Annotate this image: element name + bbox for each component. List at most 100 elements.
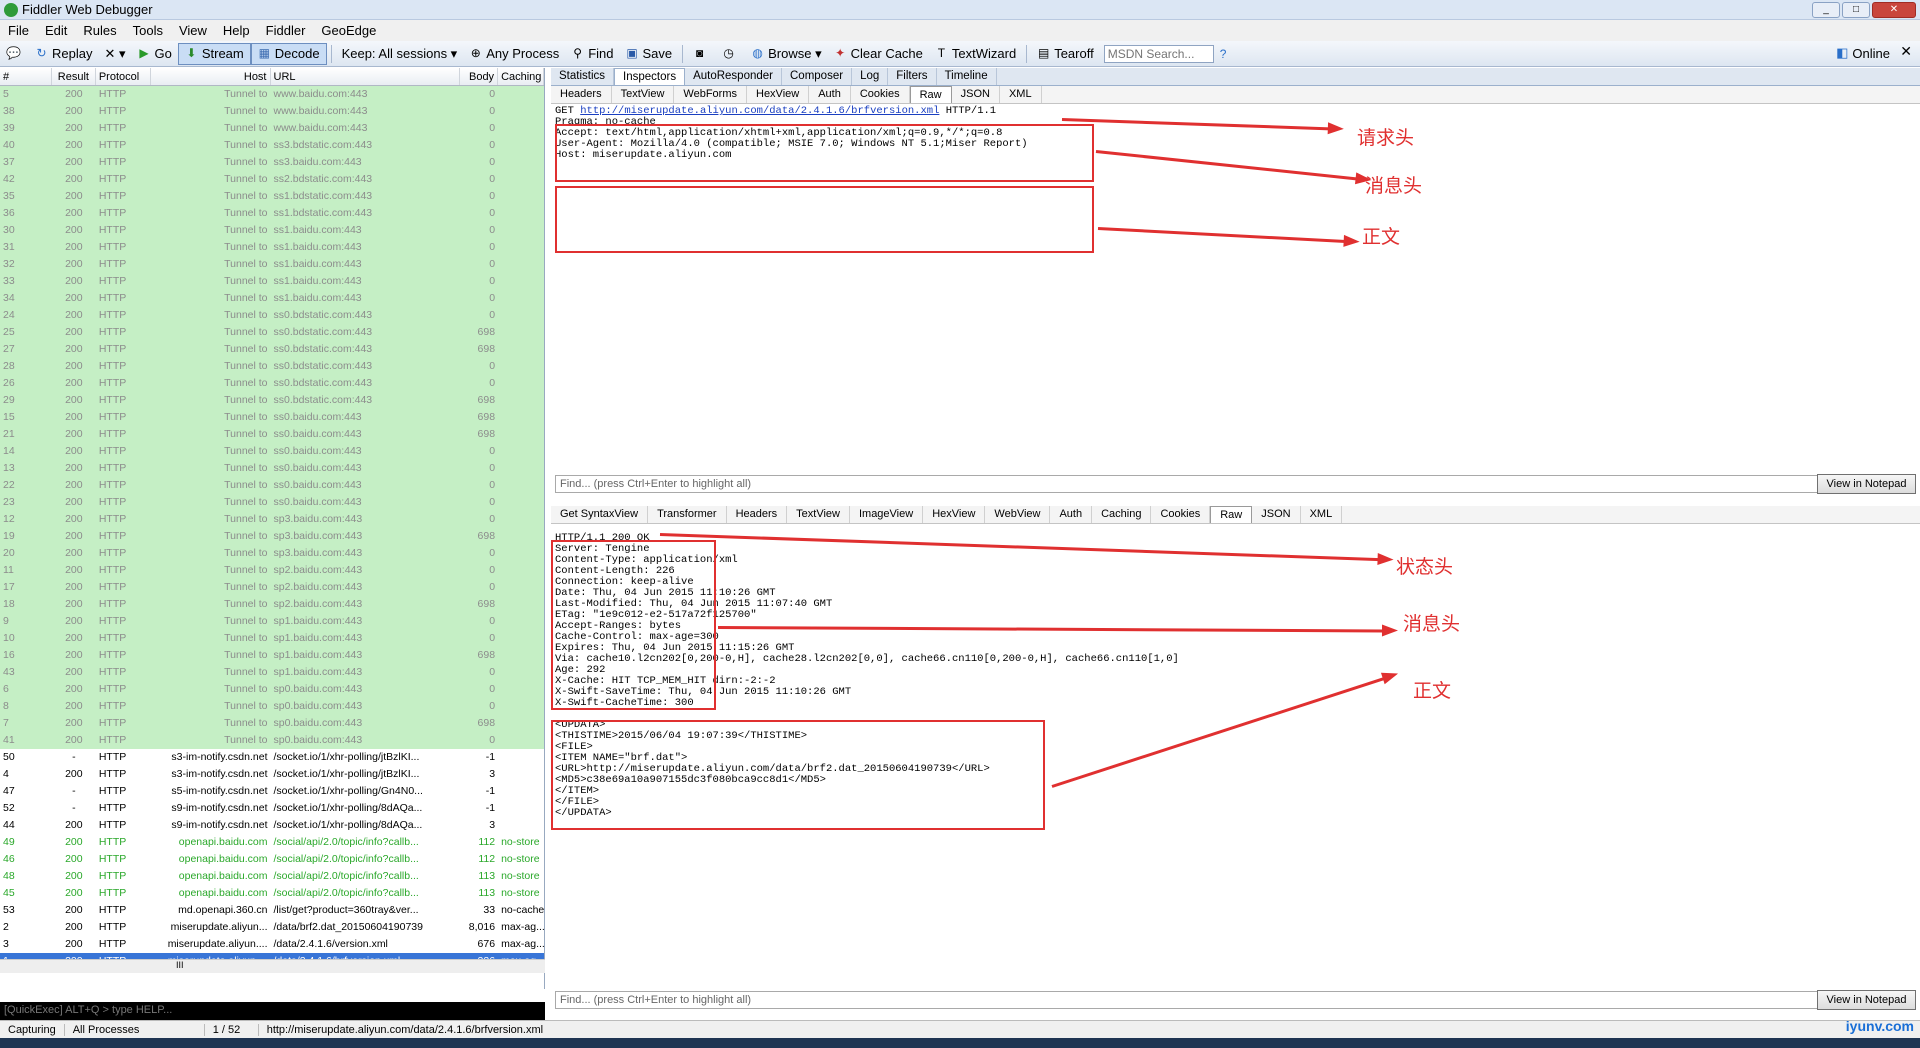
table-row[interactable]: 30 200 HTTP Tunnel to ss1.baidu.com:443 0 bbox=[0, 222, 544, 239]
menu-geoedge[interactable]: GeoEdge bbox=[313, 23, 384, 38]
tab-inspectors[interactable]: Inspectors bbox=[614, 68, 686, 85]
table-row[interactable]: 37 200 HTTP Tunnel to ss3.baidu.com:443 0 bbox=[0, 154, 544, 171]
resp-tab-auth[interactable]: Auth bbox=[1050, 506, 1093, 523]
response-find-input[interactable]: Find... (press Ctrl+Enter to highlight a… bbox=[555, 991, 1818, 1009]
col-host[interactable]: Host bbox=[151, 68, 271, 85]
table-row[interactable]: 24 200 HTTP Tunnel to ss0.bdstatic.com:443 0 bbox=[0, 307, 544, 324]
table-row[interactable]: 9 200 HTTP Tunnel to sp1.baidu.com:443 0 bbox=[0, 613, 544, 630]
table-row[interactable]: 5 200 HTTP Tunnel to www.baidu.com:443 0 bbox=[0, 86, 544, 103]
replay-button[interactable]: ↻ Replay bbox=[29, 43, 98, 65]
horizontal-scrollbar[interactable]: III bbox=[0, 959, 545, 973]
req-tab-json[interactable]: JSON bbox=[952, 86, 1000, 103]
table-row[interactable]: 41 200 HTTP Tunnel to sp0.baidu.com:443 0 bbox=[0, 732, 544, 749]
menu-fiddler[interactable]: Fiddler bbox=[258, 23, 314, 38]
minimize-button[interactable]: _ bbox=[1812, 2, 1840, 18]
table-row[interactable]: 42 200 HTTP Tunnel to ss2.bdstatic.com:443 0 bbox=[0, 171, 544, 188]
table-row[interactable]: 40 200 HTTP Tunnel to ss3.bdstatic.com:443 0 bbox=[0, 137, 544, 154]
req-tab-webforms[interactable]: WebForms bbox=[674, 86, 747, 103]
table-row[interactable]: 49 200 HTTP openapi.baidu.com/social/api/2.… bbox=[0, 834, 544, 851]
request-view-notepad-button[interactable]: View in Notepad bbox=[1817, 474, 1916, 494]
textwizard-button[interactable]: T TextWizard bbox=[929, 43, 1022, 65]
browse-button[interactable]: ◍ Browse ▾ bbox=[745, 43, 828, 65]
table-row[interactable]: 46 200 HTTP openapi.baidu.com/social/api/2.… bbox=[0, 851, 544, 868]
table-row[interactable]: 47 - HTTP s5-im-notify.csdn.net/socket.io/1… bbox=[0, 783, 544, 800]
table-row[interactable]: 4 200 HTTP s3-im-notify.csdn.net/socket.io/… bbox=[0, 766, 544, 783]
menu-tools[interactable]: Tools bbox=[125, 23, 171, 38]
table-row[interactable]: 43 200 HTTP Tunnel to sp1.baidu.com:443 0 bbox=[0, 664, 544, 681]
table-row[interactable]: 18 200 HTTP Tunnel to sp2.baidu.com:443 698 bbox=[0, 596, 544, 613]
table-row[interactable]: 21 200 HTTP Tunnel to ss0.baidu.com:443 698 bbox=[0, 426, 544, 443]
table-row[interactable]: 25 200 HTTP Tunnel to ss0.bdstatic.com:443 69… bbox=[0, 324, 544, 341]
remove-button[interactable]: ✕ ▾ bbox=[98, 43, 131, 65]
response-view-notepad-button[interactable]: View in Notepad bbox=[1817, 990, 1916, 1010]
keep-sessions-dropdown[interactable]: Keep: All sessions ▾ bbox=[336, 43, 464, 65]
table-row[interactable]: 36 200 HTTP Tunnel to ss1.bdstatic.com:443 0 bbox=[0, 205, 544, 222]
req-tab-raw[interactable]: Raw bbox=[909, 86, 952, 103]
col-result[interactable]: Result bbox=[52, 68, 96, 85]
table-row[interactable]: 7 200 HTTP Tunnel to sp0.baidu.com:443 698 bbox=[0, 715, 544, 732]
table-row[interactable]: 15 200 HTTP Tunnel to ss0.baidu.com:443 698 bbox=[0, 409, 544, 426]
table-row[interactable]: 34 200 HTTP Tunnel to ss1.baidu.com:443 0 bbox=[0, 290, 544, 307]
tab-timeline[interactable]: Timeline bbox=[937, 68, 997, 85]
req-tab-auth[interactable]: Auth bbox=[809, 86, 851, 103]
table-row[interactable]: 28 200 HTTP Tunnel to ss0.bdstatic.com:443 0 bbox=[0, 358, 544, 375]
table-row[interactable]: 44 200 HTTP s9-im-notify.csdn.net/socket.io… bbox=[0, 817, 544, 834]
tab-composer[interactable]: Composer bbox=[782, 68, 853, 85]
table-row[interactable]: 3 200 HTTP miserupdate.aliyun.... /data/2.4.… bbox=[0, 936, 544, 953]
table-row[interactable]: 35 200 HTTP Tunnel to ss1.bdstatic.com:443 0 bbox=[0, 188, 544, 205]
comment-button[interactable]: 💬 bbox=[0, 43, 29, 65]
table-row[interactable]: 31 200 HTTP Tunnel to ss1.baidu.com:443 0 bbox=[0, 239, 544, 256]
table-row[interactable]: 38 200 HTTP Tunnel to www.baidu.com:443 0 bbox=[0, 103, 544, 120]
table-row[interactable]: 32 200 HTTP Tunnel to ss1.baidu.com:443 0 bbox=[0, 256, 544, 273]
col-number[interactable]: # bbox=[0, 68, 52, 85]
req-tab-hexview[interactable]: HexView bbox=[747, 86, 810, 103]
tab-autoresponder[interactable]: AutoResponder bbox=[685, 68, 782, 85]
stream-button[interactable]: ⬇ Stream bbox=[177, 42, 251, 65]
table-row[interactable]: 16 200 HTTP Tunnel to sp1.baidu.com:443 698 bbox=[0, 647, 544, 664]
table-row[interactable]: 50 - HTTP s3-im-notify.csdn.net/socket.io/1… bbox=[0, 749, 544, 766]
any-process-button[interactable]: ⊕ Any Process bbox=[463, 43, 565, 65]
resp-tab-json[interactable]: JSON bbox=[1252, 506, 1301, 523]
help-icon[interactable]: ? bbox=[1220, 47, 1227, 61]
table-row[interactable]: 10 200 HTTP Tunnel to sp1.baidu.com:443 0 bbox=[0, 630, 544, 647]
table-row[interactable]: 48 200 HTTP openapi.baidu.com/social/api/2.… bbox=[0, 868, 544, 885]
decode-button[interactable]: ▦ Decode bbox=[250, 42, 327, 65]
resp-tab-cookies[interactable]: Cookies bbox=[1151, 506, 1211, 523]
req-tab-xml[interactable]: XML bbox=[1000, 86, 1042, 103]
resp-tab-hexview[interactable]: HexView bbox=[923, 506, 986, 523]
col-protocol[interactable]: Protocol bbox=[96, 68, 151, 85]
menu-file[interactable]: File bbox=[0, 23, 37, 38]
close-button[interactable]: ✕ bbox=[1872, 2, 1916, 18]
resp-tab-raw[interactable]: Raw bbox=[1210, 506, 1253, 523]
menu-rules[interactable]: Rules bbox=[75, 23, 124, 38]
tab-filters[interactable]: Filters bbox=[888, 68, 937, 85]
resp-tab-caching[interactable]: Caching bbox=[1092, 506, 1152, 523]
resp-tab-textview[interactable]: TextView bbox=[787, 506, 850, 523]
req-tab-headers[interactable]: Headers bbox=[551, 86, 612, 103]
table-row[interactable]: 12 200 HTTP Tunnel to sp3.baidu.com:443 0 bbox=[0, 511, 544, 528]
msdn-search-input[interactable] bbox=[1103, 44, 1214, 63]
table-row[interactable]: 52 - HTTP s9-im-notify.csdn.net/socket.io/1… bbox=[0, 800, 544, 817]
menu-edit[interactable]: Edit bbox=[37, 23, 75, 38]
table-row[interactable]: 27 200 HTTP Tunnel to ss0.bdstatic.com:443 69… bbox=[0, 341, 544, 358]
resp-tab-imageview[interactable]: ImageView bbox=[850, 506, 924, 523]
table-row[interactable]: 14 200 HTTP Tunnel to ss0.baidu.com:443 0 bbox=[0, 443, 544, 460]
col-url[interactable]: URL bbox=[271, 68, 461, 85]
resp-tab-xml[interactable]: XML bbox=[1301, 506, 1343, 523]
table-row[interactable]: 20 200 HTTP Tunnel to sp3.baidu.com:443 0 bbox=[0, 545, 544, 562]
resp-tab-webview[interactable]: WebView bbox=[985, 506, 1051, 523]
col-caching[interactable]: Caching bbox=[498, 68, 544, 85]
screenshot-button[interactable]: ◙ bbox=[687, 43, 716, 65]
menu-help[interactable]: Help bbox=[215, 23, 258, 38]
req-tab-cookies[interactable]: Cookies bbox=[851, 86, 910, 103]
table-row[interactable]: 11 200 HTTP Tunnel to sp2.baidu.com:443 0 bbox=[0, 562, 544, 579]
table-row[interactable]: 45 200 HTTP openapi.baidu.com/social/api/2.… bbox=[0, 885, 544, 902]
clear-cache-button[interactable]: ✦ Clear Cache bbox=[828, 43, 929, 65]
scroll-thumb[interactable]: III bbox=[176, 960, 184, 970]
table-row[interactable]: 2 200 HTTP miserupdate.aliyun... /data/brf2.… bbox=[0, 919, 544, 936]
capturing-indicator[interactable]: Capturing bbox=[0, 1023, 65, 1036]
table-row[interactable]: 39 200 HTTP Tunnel to www.baidu.com:443 0 bbox=[0, 120, 544, 137]
menu-view[interactable]: View bbox=[171, 23, 215, 38]
go-button[interactable]: ▶ Go bbox=[132, 43, 178, 65]
process-filter[interactable]: All Processes bbox=[65, 1023, 205, 1036]
